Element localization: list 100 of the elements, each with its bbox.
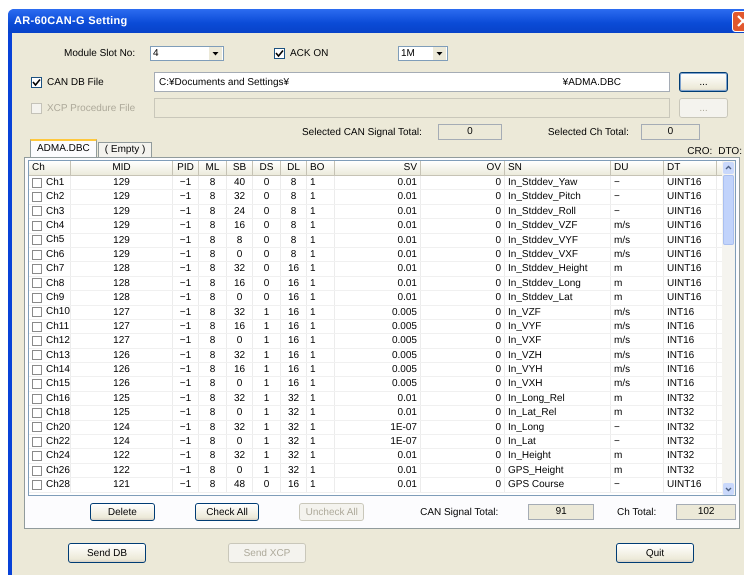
table-cell: 1 — [253, 348, 281, 362]
column-header[interactable]: SV — [335, 161, 421, 175]
table-cell: 124 — [71, 435, 173, 448]
row-checkbox[interactable] — [32, 250, 42, 260]
table-cell: UINT16 — [664, 190, 717, 204]
row-checkbox[interactable] — [32, 264, 42, 274]
table-cell: −1 — [173, 420, 199, 434]
column-header[interactable]: Ch — [29, 161, 71, 175]
table-cell: −1 — [173, 478, 199, 492]
column-header[interactable]: SB — [227, 161, 253, 175]
table-cell: −1 — [173, 363, 199, 376]
table-cell: 0 — [253, 219, 281, 233]
table-cell: 0 — [421, 306, 505, 319]
table-cell: m/s — [611, 306, 664, 319]
table-cell: 32 — [281, 464, 307, 478]
table-cell: In_Stddev_VYF — [505, 234, 611, 247]
table-cell: 0 — [227, 248, 253, 262]
table-cell: 0.005 — [335, 363, 421, 376]
tab[interactable]: ( Empty ) — [98, 142, 152, 157]
table-cell: −1 — [173, 348, 199, 362]
column-header[interactable]: ML — [199, 161, 227, 175]
table-cell: 8 — [199, 234, 227, 247]
row-checkbox[interactable] — [32, 307, 42, 318]
row-checkbox[interactable] — [32, 322, 42, 332]
table-cell: 125 — [71, 392, 173, 406]
row-checkbox[interactable] — [32, 178, 42, 188]
table-cell: 16 — [227, 363, 253, 376]
row-checkbox[interactable] — [32, 336, 42, 346]
row-checkbox[interactable] — [32, 436, 42, 447]
table-cell: 0 — [253, 204, 281, 218]
table-cell: 0 — [421, 363, 505, 376]
table-cell: 32 — [281, 392, 307, 406]
row-checkbox[interactable] — [32, 480, 42, 490]
table-cell: UINT16 — [664, 291, 717, 305]
xcp-path-field[interactable] — [154, 98, 670, 118]
row-checkbox[interactable] — [32, 422, 42, 432]
table-cell: Ch28 — [46, 478, 70, 492]
table-cell: 1 — [253, 377, 281, 391]
can-db-path-field[interactable]: C:¥Documents and Settings¥ ¥ADMA.DBC — [154, 72, 670, 92]
row-checkbox[interactable] — [32, 364, 42, 375]
table-cell: 8 — [199, 435, 227, 448]
table-action-button[interactable]: Delete — [90, 503, 155, 521]
dto-label: DTO: — [718, 146, 742, 157]
table-cell: UINT16 — [664, 276, 717, 290]
tab[interactable]: ADMA.DBC — [30, 139, 97, 157]
xcp-label: XCP Procedure File — [47, 102, 136, 114]
column-header[interactable]: SN — [505, 161, 611, 175]
scroll-thumb[interactable] — [723, 175, 734, 245]
column-header[interactable]: DL — [281, 161, 307, 175]
row-checkbox[interactable] — [32, 278, 42, 288]
browse-button[interactable]: ... — [679, 72, 728, 92]
column-header[interactable]: PID — [173, 161, 199, 175]
scrollbar[interactable] — [722, 161, 735, 495]
table-cell: −1 — [173, 291, 199, 305]
dialog-button[interactable]: Send DB — [68, 543, 146, 563]
row-checkbox[interactable] — [32, 350, 42, 360]
column-header[interactable]: DT — [664, 161, 717, 175]
table-cell: −1 — [173, 334, 199, 348]
table-cell: Ch2 — [46, 190, 64, 204]
baud-rate-dropdown[interactable]: 1M — [398, 46, 448, 60]
dialog-button[interactable]: Quit — [616, 543, 694, 563]
scroll-down-icon[interactable] — [723, 483, 734, 495]
table-cell: 48 — [227, 478, 253, 492]
table-cell: m/s — [611, 320, 664, 334]
column-header[interactable]: OV — [421, 161, 505, 175]
can-db-checkbox[interactable] — [31, 76, 42, 88]
table-cell: 1 — [307, 248, 335, 262]
table-cell: 8 — [199, 449, 227, 463]
table-action-button[interactable]: Check All — [194, 503, 260, 521]
row-checkbox[interactable] — [32, 408, 42, 418]
table-cell: Ch18 — [46, 406, 70, 420]
column-header[interactable]: MID — [71, 161, 173, 175]
table-cell: 1 — [253, 392, 281, 406]
row-checkbox[interactable] — [32, 466, 42, 476]
column-header[interactable]: DU — [611, 161, 664, 175]
row-checkbox[interactable] — [32, 192, 42, 202]
row-checkbox[interactable] — [32, 220, 42, 231]
table-cell: 0 — [253, 291, 281, 305]
module-slot-dropdown[interactable]: 4 — [150, 46, 224, 60]
row-checkbox[interactable] — [32, 379, 42, 390]
table-cell: 8 — [199, 334, 227, 348]
row-checkbox[interactable] — [32, 451, 42, 462]
table-cell: 128 — [71, 276, 173, 290]
row-checkbox[interactable] — [32, 206, 42, 216]
table-cell: 0 — [253, 276, 281, 290]
table-cell: 0 — [227, 377, 253, 391]
row-checkbox[interactable] — [32, 394, 42, 404]
ack-checkbox[interactable] — [274, 48, 285, 58]
table-cell: Ch9 — [46, 291, 64, 305]
table-cell: −1 — [173, 276, 199, 290]
table-cell: m/s — [611, 219, 664, 233]
column-header[interactable]: BO — [307, 161, 335, 175]
row-checkbox[interactable] — [32, 292, 42, 303]
row-checkbox[interactable] — [32, 235, 42, 246]
table-cell: 24 — [227, 204, 253, 218]
table-cell: 1 — [307, 291, 335, 305]
column-header[interactable]: DS — [253, 161, 281, 175]
table-cell: 8 — [199, 248, 227, 262]
table-cell: 126 — [71, 363, 173, 376]
scroll-up-icon[interactable] — [723, 162, 734, 174]
